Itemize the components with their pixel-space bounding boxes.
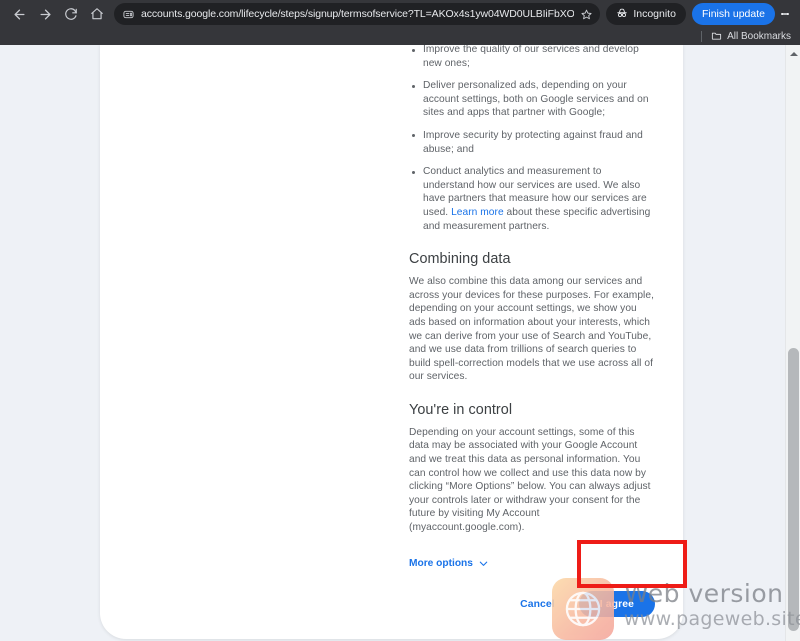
list-item: Conduct analytics and measurement to und…: [409, 165, 655, 233]
watermark-subtitle: www.pageweb.site: [624, 608, 800, 630]
chevron-down-icon: [478, 558, 489, 569]
list-item: Improve the quality of our services and …: [409, 45, 655, 70]
chrome-menu-icon[interactable]: [776, 2, 794, 26]
url-text: accounts.google.com/lifecycle/steps/sign…: [141, 8, 575, 20]
address-bar[interactable]: accounts.google.com/lifecycle/steps/sign…: [114, 3, 601, 25]
list-item: Deliver personalized ads, depending on y…: [409, 79, 655, 120]
folder-icon: [711, 30, 722, 44]
action-buttons: Cancel I agree: [409, 591, 655, 617]
section-heading-combining-data: Combining data: [409, 251, 511, 268]
all-bookmarks-label: All Bookmarks: [727, 31, 791, 42]
finish-update-button[interactable]: Finish update: [691, 3, 775, 25]
bookmarks-divider: [701, 31, 703, 42]
reload-icon[interactable]: [58, 1, 84, 27]
incognito-label: Incognito: [633, 8, 676, 20]
incognito-indicator[interactable]: Incognito: [606, 3, 686, 25]
section-body-combining-data: We also combine this data among our serv…: [409, 276, 654, 383]
list-item: Improve security by protecting against f…: [409, 129, 655, 156]
browser-toolbar: accounts.google.com/lifecycle/steps/sign…: [0, 0, 800, 28]
site-settings-icon[interactable]: [123, 9, 134, 20]
incognito-icon: [616, 7, 628, 22]
scroll-up-arrow-icon[interactable]: [786, 48, 800, 60]
more-options-label: More options: [409, 557, 473, 569]
data-usage-bullets: Improve the quality of our services and …: [409, 45, 655, 233]
home-icon[interactable]: [84, 1, 110, 27]
page-scrollbar[interactable]: [785, 45, 800, 641]
section-body-youre-in-control: Depending on your account settings, some…: [409, 426, 651, 534]
back-icon[interactable]: [6, 1, 32, 27]
learn-more-link[interactable]: Learn more: [451, 207, 504, 218]
browser-chrome: accounts.google.com/lifecycle/steps/sign…: [0, 0, 800, 45]
all-bookmarks-button[interactable]: All Bookmarks: [711, 30, 791, 44]
annotation-highlight-box: [577, 540, 687, 588]
terms-content: Improve the quality of our services and …: [409, 45, 655, 571]
bookmarks-bar: All Bookmarks: [0, 28, 800, 45]
bookmark-star-icon[interactable]: [581, 9, 592, 20]
forward-icon[interactable]: [32, 1, 58, 27]
more-options-button[interactable]: More options: [409, 558, 489, 569]
section-heading-youre-in-control: You're in control: [409, 401, 513, 418]
screenshot-root: accounts.google.com/lifecycle/steps/sign…: [0, 0, 800, 641]
